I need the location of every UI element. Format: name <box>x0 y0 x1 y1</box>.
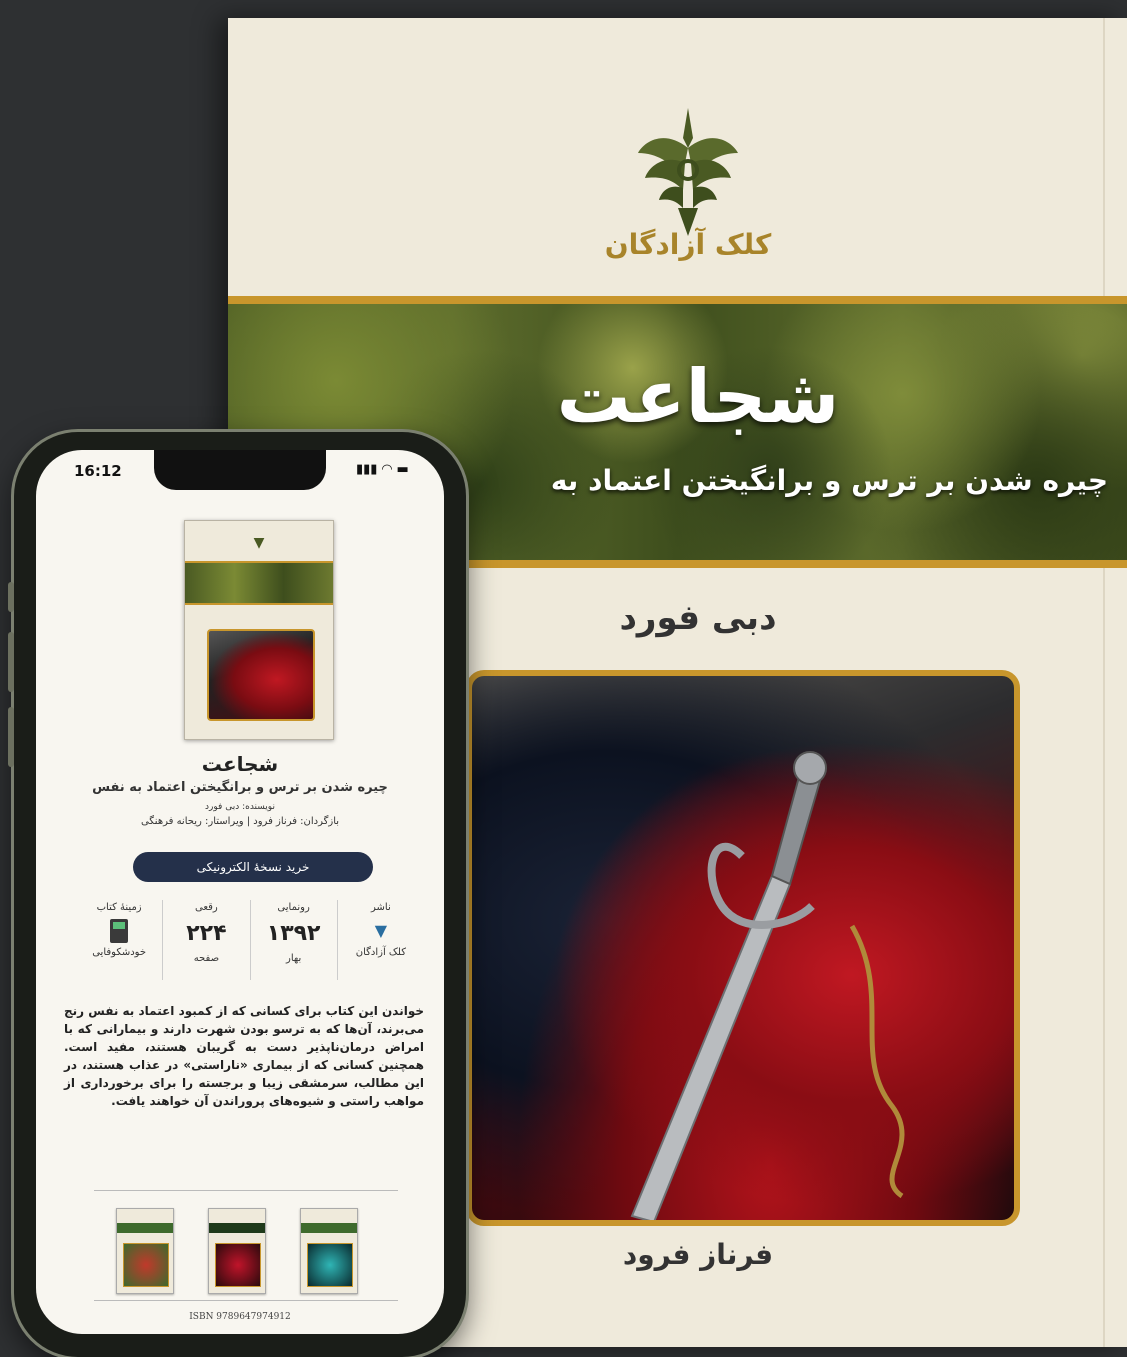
info-genre-label: زمینهٔ کتاب <box>96 902 142 913</box>
book-credits: بازگردان: فرناز فرود | ویراستار: ریحانه … <box>140 816 340 827</box>
publisher-eagle-logo-icon <box>638 108 738 236</box>
related-book-2-band <box>209 1223 265 1233</box>
related-book-1[interactable] <box>116 1208 174 1294</box>
publisher-logo-icon: ▼ <box>374 921 388 940</box>
thumb-artwork <box>207 629 315 721</box>
book-thumbnail[interactable]: ▼ <box>184 520 334 740</box>
info-format-label: رقعی <box>194 902 218 913</box>
divider-top <box>94 1190 398 1191</box>
info-pages-caption: صفحه <box>193 953 220 964</box>
book-subtitle: چیره شدن بر ترس و برانگیختن اعتماد به نف… <box>92 780 388 795</box>
phone-volume-up <box>8 632 14 692</box>
info-release-caption: بهار <box>285 953 302 964</box>
info-release-label: رونمایی <box>277 902 310 913</box>
phone-screen: 16:12 ▮▮▮ ◠ ▬ ▼ شجاعت چیره شدن بر ترس و … <box>36 450 444 1334</box>
info-pages: رقعی ۲۲۴ صفحه <box>163 900 251 980</box>
buy-ebook-button[interactable]: خرید نسخهٔ الکترونیکی <box>133 852 373 882</box>
cover-publisher-name: کلک آزادگان <box>604 228 772 261</box>
isbn-text: ISBN 9789647974912 <box>189 1312 291 1322</box>
info-release: رونمایی ۱۳۹۲ بهار <box>251 900 338 980</box>
phone-notch <box>154 450 326 490</box>
related-book-1-art <box>123 1243 169 1287</box>
book-info-row: ناشر ▼ کلک آزادگان رونمایی ۱۳۹۲ بهار رقع… <box>76 900 424 980</box>
related-book-1-band <box>117 1223 173 1233</box>
info-genre-caption: خودشکوفایی <box>92 947 147 958</box>
thumb-logo-icon: ▼ <box>253 535 265 551</box>
info-release-value: ۱۳۹۲ <box>266 921 321 946</box>
info-pages-value: ۲۲۴ <box>186 921 227 946</box>
book-description: خواندن این کتاب برای کسانی که از کمبود ا… <box>64 1004 424 1108</box>
battery-icon: ▬ <box>396 462 409 477</box>
info-genre: زمینهٔ کتاب خودشکوفایی <box>76 900 164 980</box>
wifi-icon: ◠ <box>382 462 392 477</box>
info-publisher-caption: کلک آزادگان <box>355 947 406 958</box>
divider-bottom <box>94 1300 398 1301</box>
phone-volume-down <box>8 707 14 767</box>
phone-mockup: 16:12 ▮▮▮ ◠ ▬ ▼ شجاعت چیره شدن بر ترس و … <box>8 432 466 1357</box>
related-book-3-band <box>301 1223 357 1233</box>
related-book-3[interactable] <box>300 1208 358 1294</box>
cover-title: شجاعت <box>556 354 840 440</box>
sword-illustration <box>630 751 905 1220</box>
cover-spine-line <box>1103 18 1105 1347</box>
status-icons: ▮▮▮ ◠ ▬ <box>356 462 409 477</box>
status-time: 16:12 <box>74 462 122 480</box>
related-book-2-art <box>215 1243 261 1287</box>
info-publisher-label: ناشر <box>371 902 391 913</box>
cover-subtitle: چیره شدن بر ترس و برانگیختن اعتماد به <box>550 464 1108 497</box>
book-title: شجاعت <box>201 752 279 776</box>
related-book-3-art <box>307 1243 353 1287</box>
signal-icon: ▮▮▮ <box>356 462 378 477</box>
phone-mute-switch <box>8 582 14 612</box>
thumb-title-band <box>185 561 333 605</box>
cover-artwork-sword <box>466 670 1020 1226</box>
calculator-icon <box>110 919 129 943</box>
book-author: نویسنده: دبی فورد <box>205 802 275 812</box>
info-publisher: ناشر ▼ کلک آزادگان <box>338 900 424 980</box>
cover-translator: فرناز فرود <box>622 1238 774 1271</box>
cover-author: دبی فورد <box>619 598 777 638</box>
related-book-2[interactable] <box>208 1208 266 1294</box>
